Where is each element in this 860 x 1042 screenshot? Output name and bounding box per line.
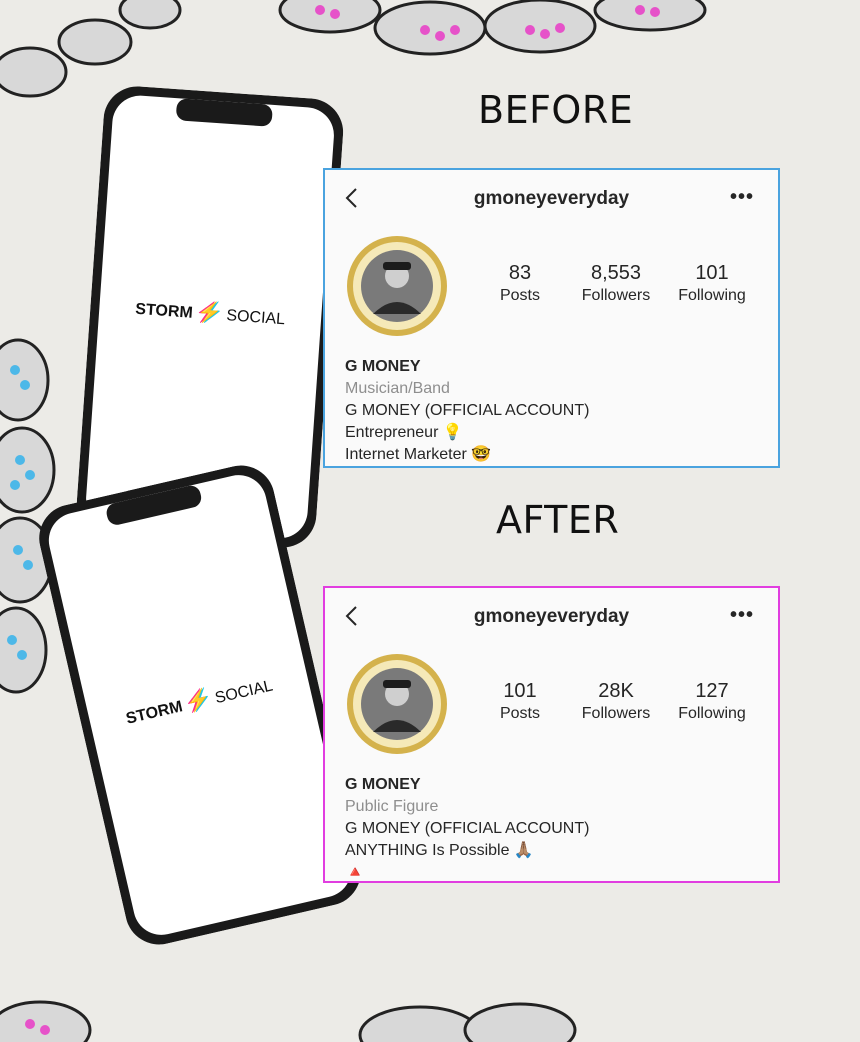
stat-followers-value: 8,553 (590, 262, 642, 284)
stat-followers[interactable]: 28K Followers (566, 680, 666, 723)
bio-line: G MONEY (OFFICIAL ACCOUNT) (345, 402, 590, 419)
before-heading: BEFORE (478, 88, 634, 132)
profile-name: G MONEY (345, 776, 421, 793)
stat-following-label: Following (678, 287, 746, 304)
profile-category: Musician/Band (345, 380, 450, 397)
stat-following-value: 127 (695, 680, 729, 702)
stat-following-value: 101 (695, 262, 729, 284)
profile-card-before: gmoneyeveryday ••• 83 Posts 8,553 Follow… (323, 168, 780, 468)
bio-line: 🔺 (345, 864, 365, 881)
stat-following[interactable]: 101 Following (662, 262, 762, 305)
stat-followers[interactable]: 8,553 Followers (566, 262, 666, 305)
more-icon[interactable]: ••• (730, 186, 754, 209)
stat-followers-label: Followers (581, 705, 651, 722)
avatar[interactable] (345, 652, 449, 756)
lightning-icon: ⚡ (196, 301, 223, 325)
logo-social: SOCIAL (225, 307, 286, 329)
phone-after: STORM ⚡ SOCIAL (32, 459, 367, 951)
more-icon[interactable]: ••• (730, 604, 754, 627)
bio-line: Internet Marketer 🤓 (345, 446, 492, 463)
stat-following-label: Following (678, 705, 746, 722)
stat-posts[interactable]: 101 Posts (470, 680, 570, 723)
profile-category: Public Figure (345, 798, 439, 815)
stat-posts-value: 101 (503, 680, 537, 702)
profile-name: G MONEY (345, 358, 421, 375)
stat-posts-label: Posts (499, 705, 540, 722)
stat-following[interactable]: 127 Following (662, 680, 762, 723)
profile-bio: G MONEY Public Figure G MONEY (OFFICIAL … (345, 774, 589, 884)
profile-username: gmoneyeveryday (473, 606, 630, 627)
stat-posts[interactable]: 83 Posts (470, 262, 570, 305)
profile-username: gmoneyeveryday (473, 188, 630, 209)
bio-line: Entrepreneur 💡 (345, 424, 463, 441)
after-heading: AFTER (496, 498, 620, 542)
bio-line: G MONEY (OFFICIAL ACCOUNT) (345, 820, 590, 837)
stat-posts-label: Posts (499, 287, 540, 304)
logo-storm: STORM (134, 300, 194, 322)
bio-line: ANYTHING Is Possible 🙏🏽 (345, 842, 534, 859)
stat-followers-label: Followers (581, 287, 651, 304)
stat-followers-value: 28K (598, 680, 634, 702)
stat-posts-value: 83 (508, 262, 532, 284)
profile-card-after: gmoneyeveryday ••• 101 Posts 28K Followe… (323, 586, 780, 883)
profile-bio: G MONEY Musician/Band G MONEY (OFFICIAL … (345, 356, 589, 466)
chain-decoration-bottom (0, 1000, 577, 1042)
avatar[interactable] (345, 234, 449, 338)
lightning-icon: ⚡ (183, 687, 214, 715)
